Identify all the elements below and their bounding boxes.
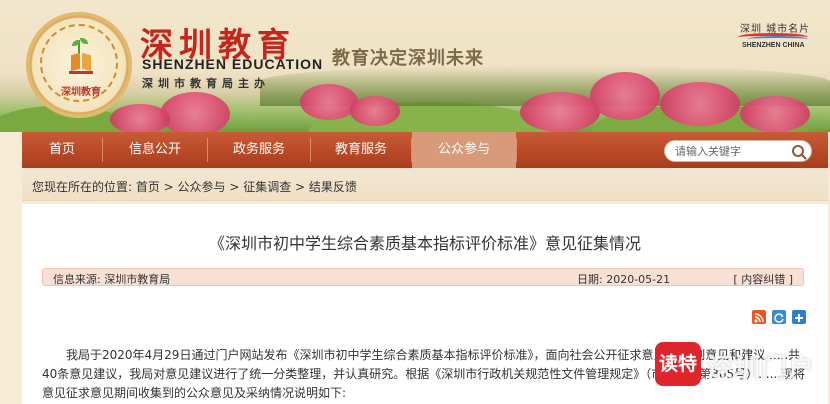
nav-item-info-disclosure[interactable]: 信息公开	[103, 132, 207, 168]
content-correction-link[interactable]: [ 内容纠错 ]	[733, 271, 793, 287]
article-source: 信息来源: 深圳市教育局	[53, 273, 171, 286]
duте-badge: 读特	[655, 342, 701, 386]
flower-decoration	[160, 92, 230, 132]
nav-item-edu-services[interactable]: 教育服务	[311, 132, 411, 168]
refresh-icon[interactable]	[772, 310, 786, 324]
nav-divider	[516, 138, 517, 162]
search-icon[interactable]	[790, 143, 808, 161]
site-logo[interactable]: 深圳教育	[26, 12, 132, 118]
breadcrumb-bar: 您现在所在的位置: 首页 > 公众参与 > 征集调查 > 结果反馈	[22, 168, 828, 201]
logo-ring: 深圳教育	[40, 24, 118, 102]
flower-decoration	[350, 96, 400, 126]
add-icon[interactable]	[792, 310, 806, 324]
flower-decoration	[300, 84, 358, 120]
site-title-english: SHENZHEN EDUCATION	[142, 56, 324, 72]
search-box	[664, 140, 812, 162]
shenzhen-city-logo: 深圳 城市名片 SHENZHEN CHINA	[728, 20, 824, 49]
slogan: 教育决定深圳未来	[332, 48, 484, 69]
city-logo-english: SHENZHEN CHINA	[742, 42, 805, 49]
article-meta-bar: 信息来源: 深圳市教育局 日期: 2020-05-21 [ 内容纠错 ]	[42, 268, 804, 286]
nav-item-home[interactable]: 首页	[22, 132, 102, 168]
flower-decoration	[740, 96, 810, 132]
watermark-text: 深圳门户	[707, 354, 816, 384]
flower-decoration	[590, 72, 660, 120]
article-date: 日期: 2020-05-21	[577, 273, 671, 286]
nav-item-gov-services[interactable]: 政务服务	[208, 132, 310, 168]
nav-item-public-participation[interactable]: 公众参与	[412, 132, 516, 168]
logo-text: 深圳教育	[61, 87, 101, 98]
rss-icon[interactable]	[752, 310, 766, 324]
flower-decoration	[110, 104, 170, 132]
book-icon	[69, 54, 93, 74]
watermark: 读特 深圳门户	[655, 340, 830, 390]
flower-decoration	[660, 82, 740, 126]
search-input[interactable]	[675, 143, 785, 160]
site-subtitle: 深圳市教育局主办	[142, 77, 270, 90]
breadcrumb[interactable]: 您现在所在的位置: 首页 > 公众参与 > 征集调查 > 结果反馈	[32, 178, 357, 195]
header-banner: 深圳教育 深圳教育 SHENZHEN EDUCATION 深圳市教育局主办 教育…	[0, 0, 830, 132]
article-title: 《深圳市初中学生综合素质基本指标评价标准》意见征集情况	[208, 234, 641, 253]
share-toolbar	[752, 310, 812, 324]
flower-decoration	[520, 92, 600, 132]
